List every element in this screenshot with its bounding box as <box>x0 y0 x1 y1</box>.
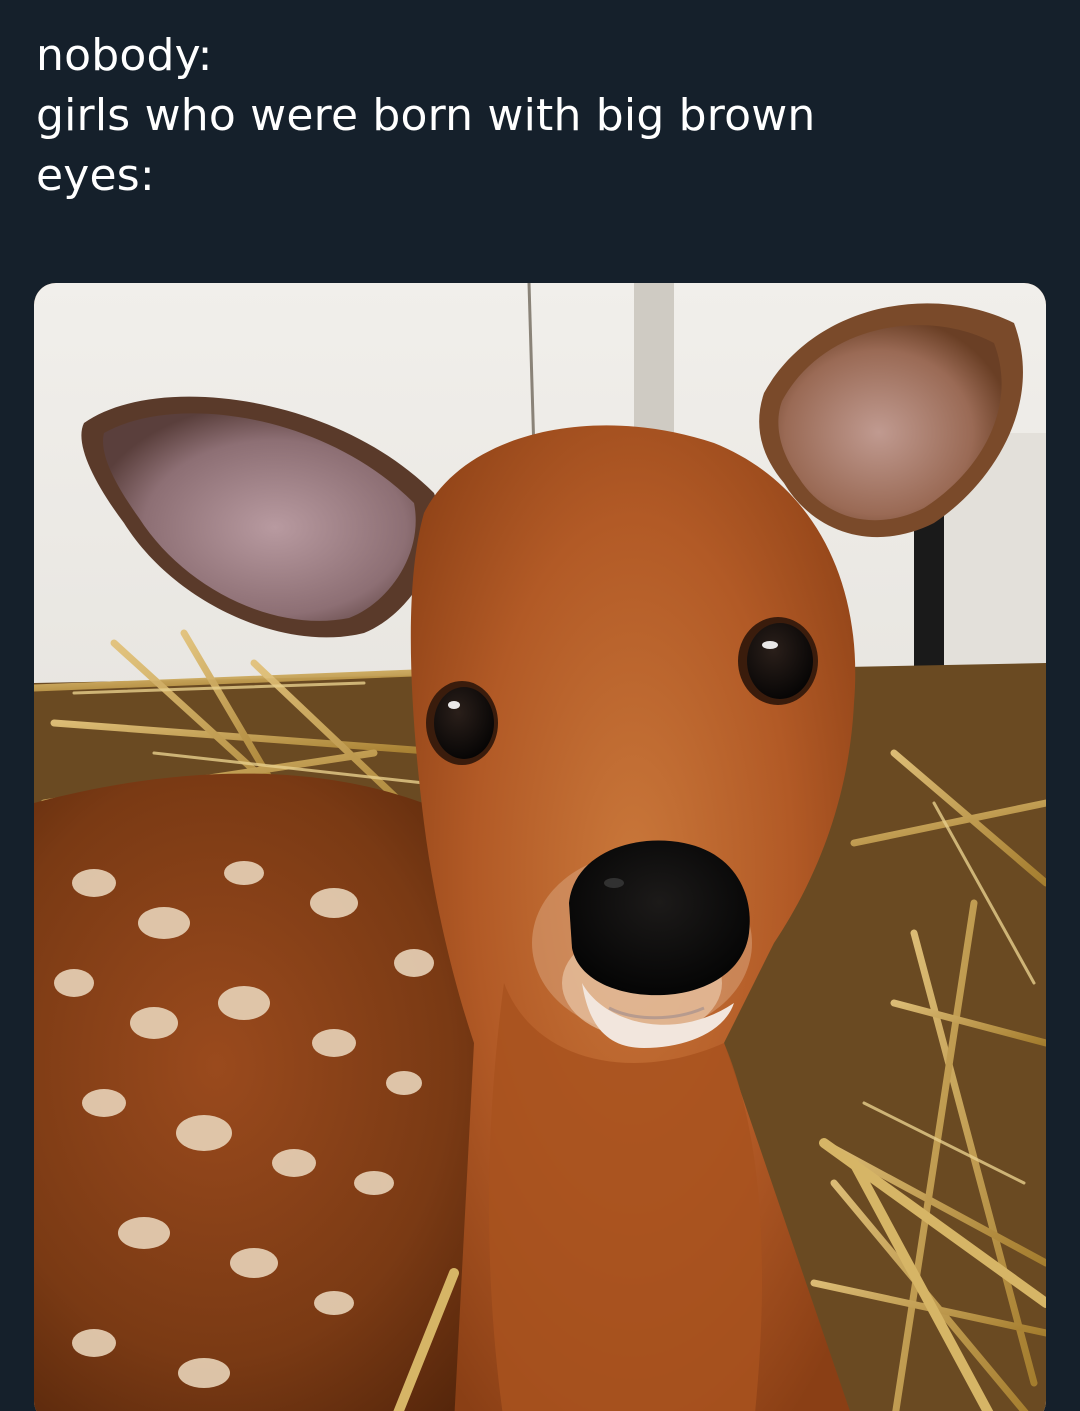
tweet-line-3: eyes: <box>36 150 155 201</box>
fawn-photo-illustration <box>34 283 1046 1411</box>
tweet-text: nobody: girls who were born with big bro… <box>36 26 1046 206</box>
tweet-line-2: girls who were born with big brown <box>36 90 816 141</box>
tweet-line-1: nobody: <box>36 30 213 81</box>
tweet-media-photo[interactable] <box>34 283 1046 1411</box>
fawn-nose <box>569 840 750 1048</box>
